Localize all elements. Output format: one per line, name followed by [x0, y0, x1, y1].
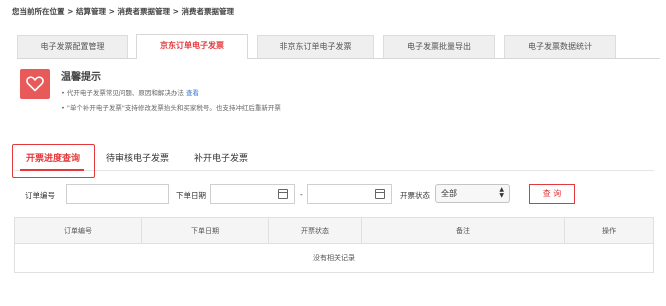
calendar-icon[interactable] — [278, 189, 288, 199]
highlight-box — [12, 144, 95, 178]
subtab-pending-review[interactable]: 待审核电子发票 — [106, 151, 169, 164]
status-select-value: 全部 — [441, 189, 457, 198]
table-header: 订单编号 下单日期 开票状态 备注 操作 — [15, 218, 653, 244]
empty-message: 没有相关记录 — [313, 254, 355, 262]
order-no-label: 订单编号 — [25, 191, 55, 200]
tab-non-jd-order-einvoice[interactable]: 非京东订单电子发票 — [257, 35, 374, 58]
query-button[interactable]: 查 询 — [529, 184, 575, 204]
header-remarks: 备注 — [362, 218, 565, 244]
order-no-input[interactable] — [66, 184, 169, 204]
breadcrumb: 您当前所在位置 > 结算管理 > 消费者票据管理 > 消费者票据管理 — [12, 7, 235, 16]
tip-line-1-text: • 代开电子发票常见问题、原因和解决办法 — [61, 89, 184, 97]
header-invoice-status: 开票状态 — [269, 218, 362, 244]
end-date-input[interactable] — [307, 184, 392, 204]
sub-tab-bar: 开票进度查询 待审核电子发票 补开电子发票 — [14, 147, 654, 171]
header-actions: 操作 — [602, 227, 616, 235]
date-separator: - — [300, 190, 303, 199]
tab-batch-export[interactable]: 电子发票批量导出 — [383, 35, 495, 58]
tab-data-statistics[interactable]: 电子发票数据统计 — [504, 35, 616, 58]
order-date-label: 下单日期 — [176, 191, 206, 200]
tip-line-2: • "单个补开电子发票"支持修改发票抬头和买家税号。也支持冲红后重新开票 — [61, 104, 281, 112]
status-select[interactable]: 全部 ▲ ▼ — [435, 184, 510, 203]
results-table: 订单编号 下单日期 开票状态 备注 操作 没有相关记录 — [14, 217, 654, 273]
header-order-date: 下单日期 — [142, 218, 269, 244]
start-date-input[interactable] — [210, 184, 295, 204]
calendar-icon[interactable] — [375, 189, 385, 199]
header-order-no: 订单编号 — [15, 218, 142, 244]
tip-line-1: • 代开电子发票常见问题、原因和解决办法 查看 — [61, 87, 199, 97]
tips-title: 温馨提示 — [61, 72, 101, 83]
tab-einvoice-config[interactable]: 电子发票配置管理 — [17, 35, 128, 58]
view-link[interactable]: 查看 — [186, 89, 199, 97]
tab-jd-order-einvoice[interactable]: 京东订单电子发票 — [136, 34, 248, 59]
select-arrows-icon: ▲ ▼ — [499, 186, 504, 199]
subtab-reissue-einvoice[interactable]: 补开电子发票 — [194, 151, 248, 164]
top-tab-bar: 电子发票配置管理 京东订单电子发票 非京东订单电子发票 电子发票批量导出 电子发… — [17, 34, 660, 59]
heart-icon — [20, 69, 50, 99]
status-label: 开票状态 — [400, 191, 430, 200]
